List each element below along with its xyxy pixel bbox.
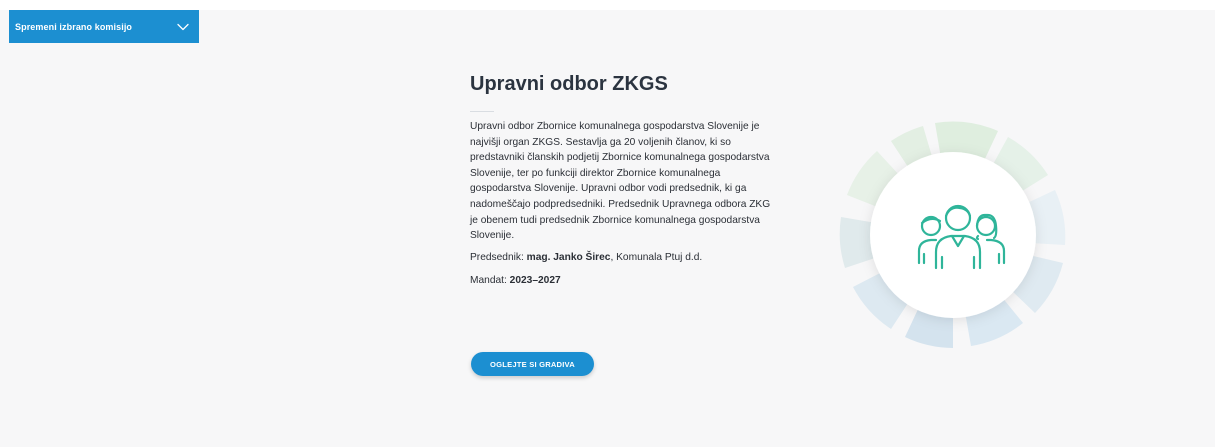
committee-description: Upravni odbor Zbornice komunalnega gospo… xyxy=(470,121,771,242)
president-name: mag. Janko Širec xyxy=(526,251,611,263)
mandate-value: 2023–2027 xyxy=(509,274,561,286)
chevron-down-icon xyxy=(177,23,189,31)
view-materials-button[interactable]: OGLEJTE SI GRADIVA xyxy=(471,352,594,376)
committee-info: Upravni odbor ZKGS Upravni odbor Zbornic… xyxy=(470,70,780,288)
mandate-line: Mandat: 2023–2027 xyxy=(470,273,780,288)
top-bar xyxy=(0,0,1215,10)
mandate-label: Mandat: xyxy=(470,274,507,286)
page-title: Upravni odbor ZKGS xyxy=(470,73,668,95)
committee-select-dropdown[interactable]: Spremeni izbrano komisijo xyxy=(9,10,199,43)
title-divider xyxy=(470,111,494,112)
president-label: Predsednik: xyxy=(470,251,524,263)
committee-illustration xyxy=(839,121,1066,348)
committee-select-label: Spremeni izbrano komisijo xyxy=(15,21,133,32)
president-line: Predsednik: mag. Janko Širec, Komunala P… xyxy=(470,250,780,265)
president-company: , Komunala Ptuj d.d. xyxy=(610,251,703,263)
